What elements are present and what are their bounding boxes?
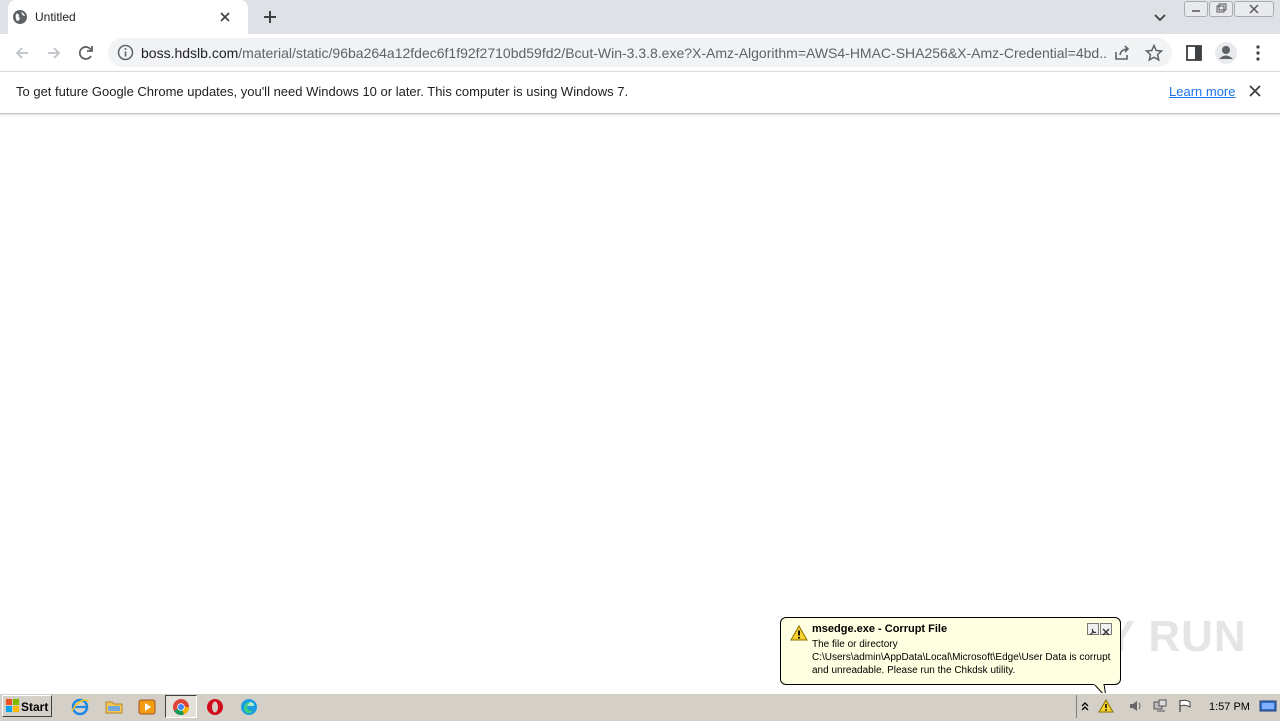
close-icon[interactable] [1247, 83, 1263, 99]
url-host: boss.hdslb.com [141, 45, 239, 61]
opera-icon[interactable] [205, 697, 225, 717]
info-icon[interactable] [117, 44, 134, 61]
tray-expand-icon[interactable] [1080, 700, 1090, 712]
edge-icon[interactable] [239, 697, 259, 717]
volume-icon[interactable] [1128, 699, 1144, 713]
folder-icon[interactable] [104, 697, 124, 717]
internet-explorer-icon[interactable] [70, 697, 90, 717]
chrome-icon [173, 699, 189, 715]
learn-more-link[interactable]: Learn more [1169, 84, 1235, 99]
restore-icon [1216, 3, 1227, 13]
share-icon[interactable] [1112, 43, 1132, 63]
network-icon[interactable] [1152, 699, 1168, 713]
wrench-icon [1089, 628, 1097, 636]
warning-icon [790, 625, 808, 641]
menu-dots-icon[interactable] [1248, 43, 1268, 63]
balloon-close-button[interactable] [1100, 623, 1112, 636]
taskbar-clock[interactable]: 1:57 PM [1209, 701, 1250, 713]
show-desktop-icon[interactable] [1259, 699, 1277, 713]
windows-logo-icon [5, 698, 20, 713]
balloon-title: msedge.exe - Corrupt File [812, 623, 948, 635]
maximize-button[interactable] [1209, 1, 1233, 17]
balloon-options-button[interactable] [1087, 623, 1099, 636]
profile-avatar-icon[interactable] [1214, 41, 1238, 65]
close-icon[interactable] [216, 8, 234, 26]
balloon-text: The file or directory C:\Users\admin\App… [812, 639, 1111, 676]
side-panel-icon[interactable] [1184, 43, 1204, 63]
close-icon [1249, 4, 1259, 14]
flag-icon[interactable] [1177, 699, 1193, 713]
globe-icon [13, 10, 27, 24]
back-icon[interactable] [12, 43, 32, 63]
warning-icon[interactable] [1098, 699, 1114, 713]
tab-title: Untitled [35, 10, 76, 24]
reload-icon[interactable] [76, 43, 96, 63]
minimize-button[interactable] [1184, 1, 1208, 17]
new-tab-icon[interactable] [260, 7, 280, 27]
start-label: Start [21, 700, 49, 714]
star-icon[interactable] [1144, 43, 1164, 63]
forward-icon[interactable] [44, 43, 64, 63]
infobar-message: To get future Google Chrome updates, you… [16, 84, 629, 99]
url-path: /material/static/96ba264a12fdec6f1f92f27… [238, 45, 1106, 61]
close-window-button[interactable] [1234, 1, 1274, 17]
page-content [0, 113, 1280, 693]
media-player-icon[interactable] [137, 697, 157, 717]
minimize-icon [1192, 10, 1200, 12]
close-icon [1102, 628, 1110, 636]
chevron-down-icon[interactable] [1151, 8, 1169, 26]
url-text[interactable]: boss.hdslb.com/material/static/96ba264a1… [141, 45, 1106, 61]
